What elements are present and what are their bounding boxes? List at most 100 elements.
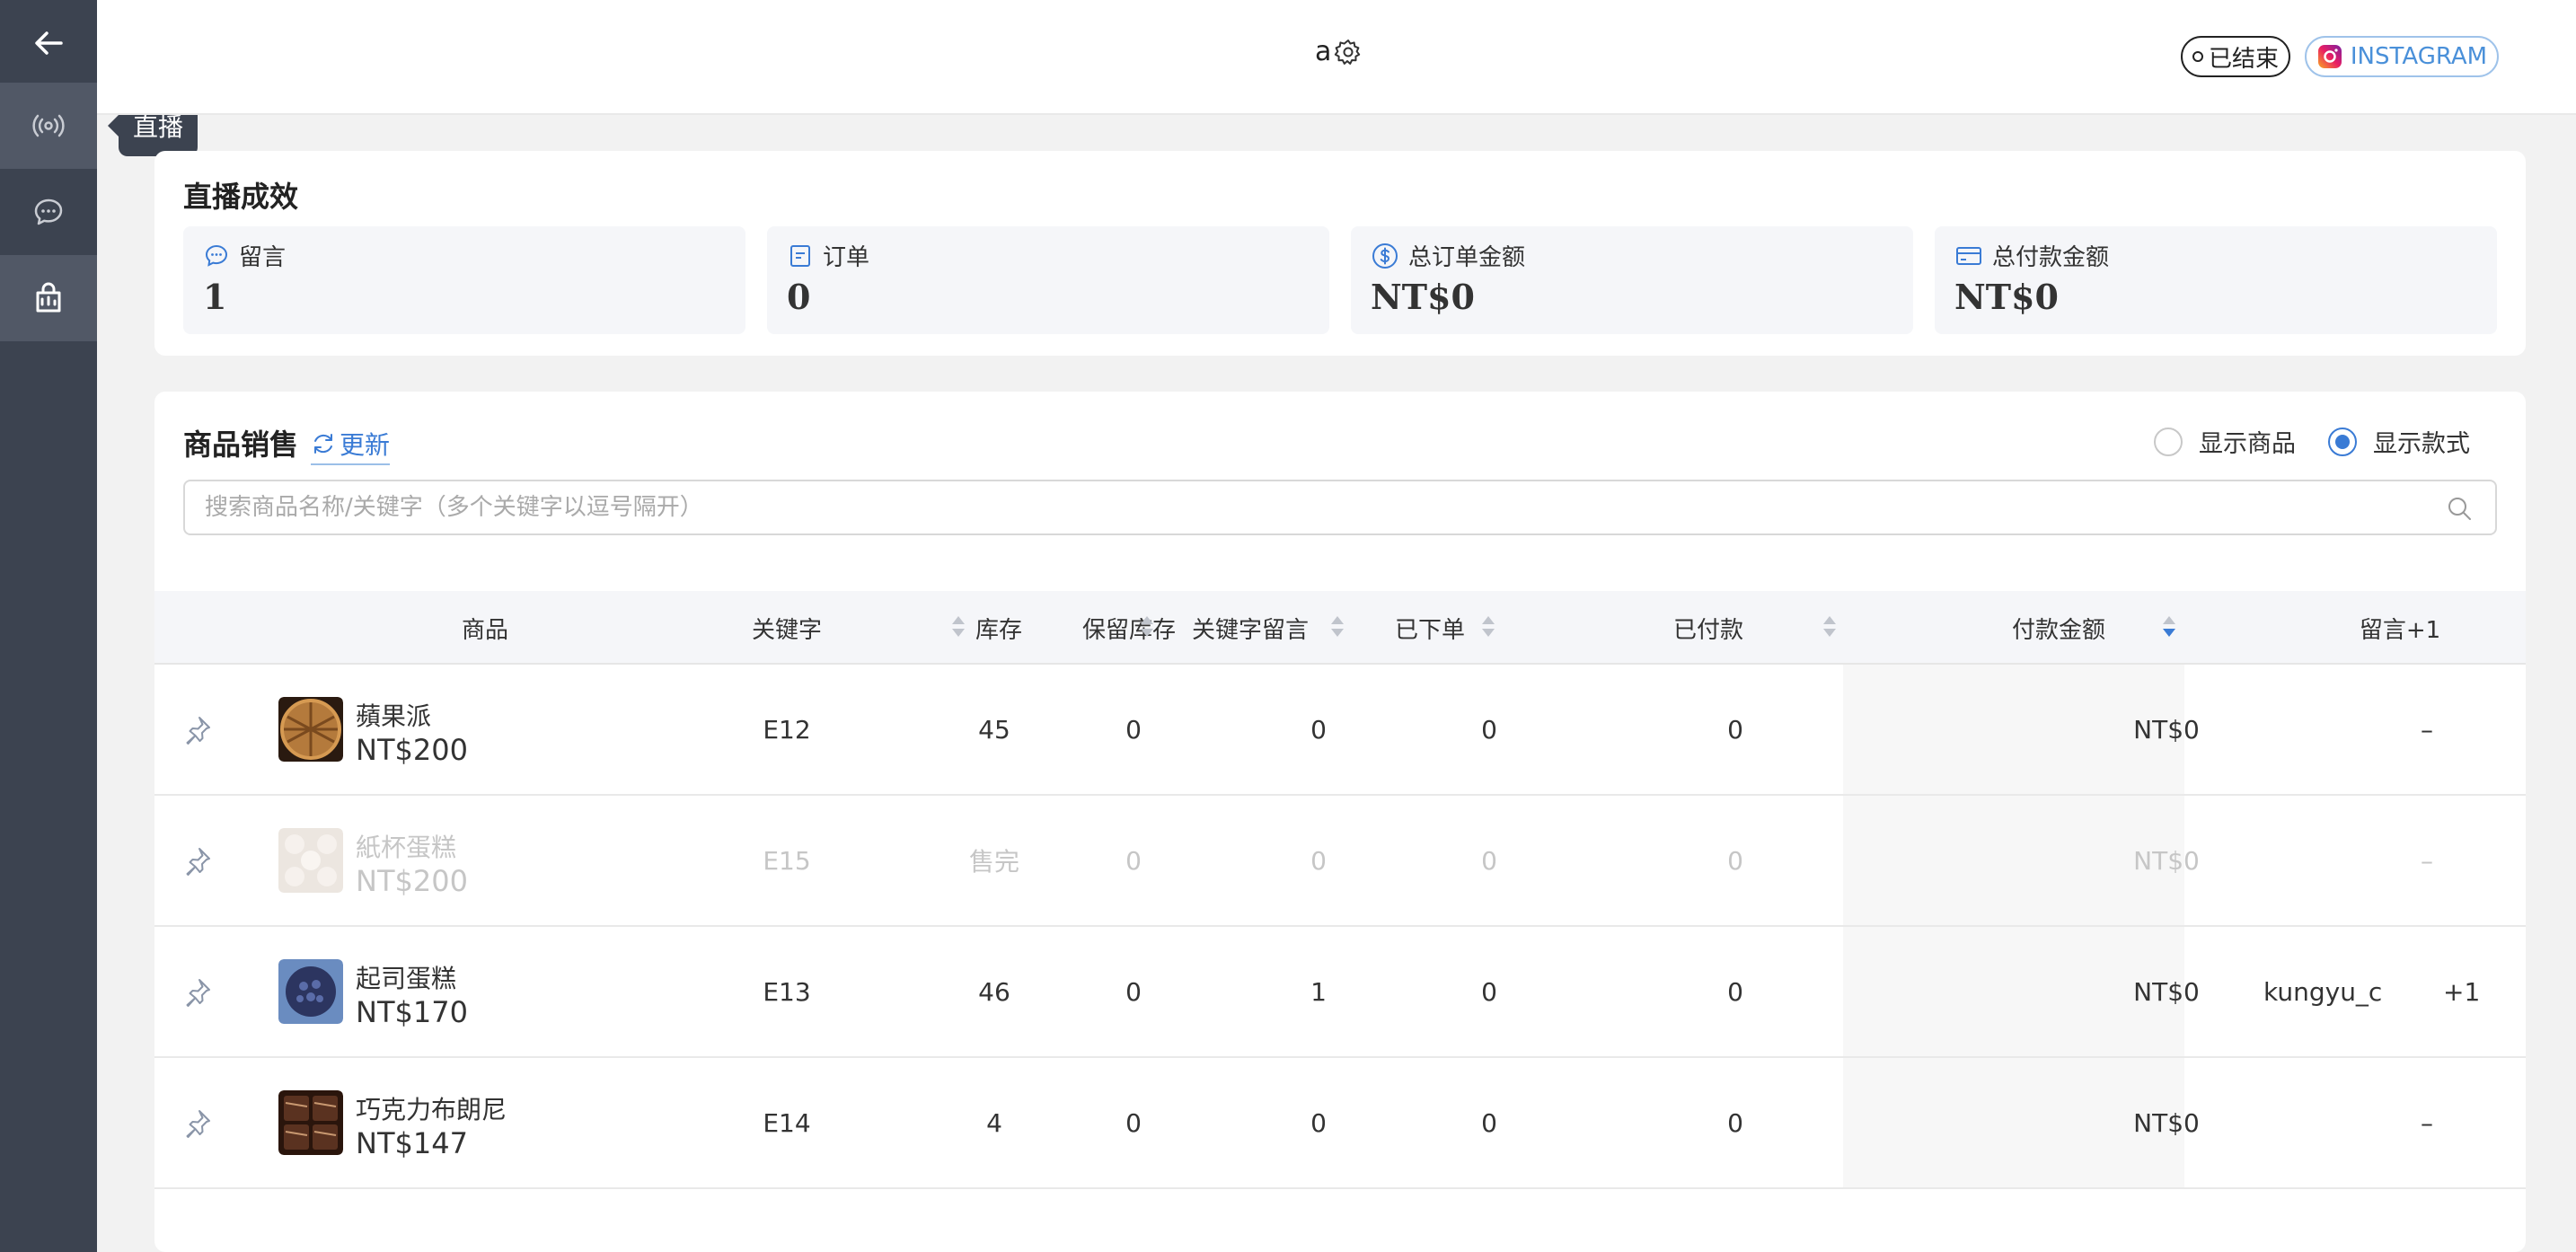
sidebar-item-chat[interactable] — [0, 169, 97, 255]
product-thumbnail — [278, 828, 343, 893]
cell-ordered: 0 — [1481, 714, 1497, 745]
radio-label: 显示款式 — [2373, 430, 2470, 458]
cell-keyword: E13 — [763, 976, 811, 1007]
pin-icon[interactable] — [181, 844, 214, 877]
col-pay-amount[interactable]: 付款金额 — [1969, 591, 2148, 665]
card-icon — [1956, 246, 1981, 265]
cell-comments-empty: – — [2421, 714, 2433, 745]
col-product: 商品 — [461, 616, 508, 644]
performance-title: 直播成效 — [183, 180, 299, 214]
cell-stock: 45 — [978, 714, 1010, 745]
product-name: 起司蛋糕 — [356, 964, 457, 993]
gear-icon[interactable] — [1333, 37, 1363, 67]
stat-label: 总付款金额 — [1992, 244, 2110, 271]
product-price: NT$200 — [356, 733, 468, 767]
cell-stock: 46 — [978, 976, 1010, 1007]
top-header: a 已结束 INSTAGRAM — [97, 0, 2576, 115]
table-row[interactable]: 巧克力布朗尼 NT$147 E14 4 0 0 0 0 NT$0 – — [154, 1058, 2526, 1189]
cell-keyword: E14 — [763, 1107, 811, 1138]
broadcast-icon — [32, 114, 65, 137]
cell-paid: 0 — [1727, 976, 1743, 1007]
stat-paid-amount: 总付款金额 NT$0 — [1935, 226, 2497, 334]
sort-reserved-icon[interactable] — [1141, 616, 1153, 639]
sidebar-item-products[interactable] — [0, 255, 97, 341]
cell-keyword: E12 — [763, 714, 811, 745]
refresh-button[interactable]: 更新 — [311, 426, 391, 465]
refresh-label: 更新 — [340, 430, 391, 460]
cell-stock: 售完 — [968, 847, 1019, 877]
stat-orders: 订单 0 — [767, 226, 1329, 334]
col-ordered[interactable]: 已下单 — [1358, 591, 1502, 665]
stat-label: 订单 — [823, 244, 870, 271]
radio-show-styles[interactable]: 显示款式 — [2328, 424, 2470, 459]
order-icon — [790, 244, 810, 267]
shopping-bag-icon — [36, 282, 61, 313]
stat-value: 0 — [787, 277, 811, 317]
cell-reserved: 0 — [1125, 845, 1142, 876]
product-price: NT$200 — [356, 864, 468, 898]
product-thumbnail — [278, 697, 343, 762]
cell-keyword: E15 — [763, 845, 811, 876]
product-name: 紙杯蛋糕 — [356, 833, 457, 862]
cell-paid: 0 — [1727, 714, 1743, 745]
pin-icon[interactable] — [181, 975, 214, 1008]
sales-title: 商品销售 — [183, 428, 299, 462]
cell-reserved: 0 — [1125, 976, 1142, 1007]
sort-pay-amount-icon[interactable] — [2163, 616, 2175, 639]
cell-pay-amount: NT$0 — [2133, 845, 2200, 876]
sort-keyword-comments-icon[interactable] — [1331, 616, 1344, 639]
search-icon[interactable] — [2445, 494, 2474, 523]
product-price: NT$147 — [356, 1126, 468, 1160]
performance-card: 直播成效 留言 1 订单 0 总订单金额 NT$0 总付款金额 NT$0 — [154, 151, 2526, 356]
cell-comments-empty: – — [2421, 845, 2433, 876]
col-keyword: 关键字 — [751, 616, 822, 644]
sort-stock-icon[interactable] — [952, 616, 965, 639]
pin-icon[interactable] — [181, 1107, 214, 1139]
table-row[interactable]: 蘋果派 NT$200 E12 45 0 0 0 0 NT$0 – — [154, 665, 2526, 796]
sidebar-item-live[interactable] — [0, 83, 97, 169]
stat-label: 留言 — [239, 244, 287, 271]
dollar-icon — [1372, 242, 1398, 269]
radio-circle[interactable] — [2154, 427, 2183, 456]
cell-pay-amount: NT$0 — [2133, 1107, 2200, 1138]
product-thumbnail — [278, 1090, 343, 1155]
cell-reserved: 0 — [1125, 714, 1142, 745]
live-title-text: a — [1315, 36, 1332, 67]
pin-icon[interactable] — [181, 713, 214, 745]
search-input[interactable] — [185, 481, 2413, 533]
comment-icon — [205, 244, 228, 267]
cell-keyword-comments: 0 — [1310, 845, 1327, 876]
stat-comments: 留言 1 — [183, 226, 745, 334]
cell-paid: 0 — [1727, 845, 1743, 876]
stat-label: 总订单金额 — [1408, 244, 1526, 271]
stat-value: NT$0 — [1371, 277, 1475, 317]
radio-circle-selected[interactable] — [2328, 427, 2357, 456]
product-price: NT$170 — [356, 995, 468, 1029]
platform-badge[interactable]: INSTAGRAM — [2305, 36, 2499, 77]
platform-text: INSTAGRAM — [2350, 43, 2488, 70]
col-keyword-comments[interactable]: 关键字留言 — [1169, 591, 1331, 665]
sort-paid-icon[interactable] — [1823, 616, 1836, 639]
status-badge: 已结束 — [2181, 36, 2290, 77]
col-comments: 留言+1 — [2359, 616, 2441, 644]
sort-ordered-icon[interactable] — [1482, 616, 1495, 639]
table-header: 商品 关键字 库存 保留库存 关键字留言 已下单 已付款 付款金额 留言+1 — [154, 591, 2526, 665]
radio-show-products[interactable]: 显示商品 — [2154, 424, 2296, 459]
status-text: 已结束 — [2208, 45, 2279, 73]
live-title[interactable]: a — [1315, 36, 1363, 67]
comment-username[interactable]: kungyu_c — [2263, 927, 2382, 1056]
status-dot-icon — [2192, 51, 2203, 62]
sales-card: 商品销售 更新 显示商品 显示款式 商品 关键字 库存 保留库存 关键字留言 已… — [154, 392, 2526, 1252]
back-button[interactable] — [0, 0, 97, 86]
refresh-icon — [314, 434, 332, 454]
cell-comments-empty: – — [2421, 1107, 2433, 1138]
radio-label: 显示商品 — [2199, 430, 2296, 458]
product-name: 巧克力布朗尼 — [356, 1095, 507, 1124]
col-paid[interactable]: 已付款 — [1628, 591, 1789, 665]
cell-pay-amount: NT$0 — [2133, 976, 2200, 1007]
cell-reserved: 0 — [1125, 1107, 1142, 1138]
table-row[interactable]: 起司蛋糕 NT$170 E13 46 0 1 0 0 NT$0 kungyu_c… — [154, 927, 2526, 1058]
cell-stock: 4 — [986, 1107, 1002, 1138]
cell-keyword-comments: 0 — [1310, 714, 1327, 745]
table-row[interactable]: 紙杯蛋糕 NT$200 E15 售完 0 0 0 0 NT$0 – — [154, 796, 2526, 927]
